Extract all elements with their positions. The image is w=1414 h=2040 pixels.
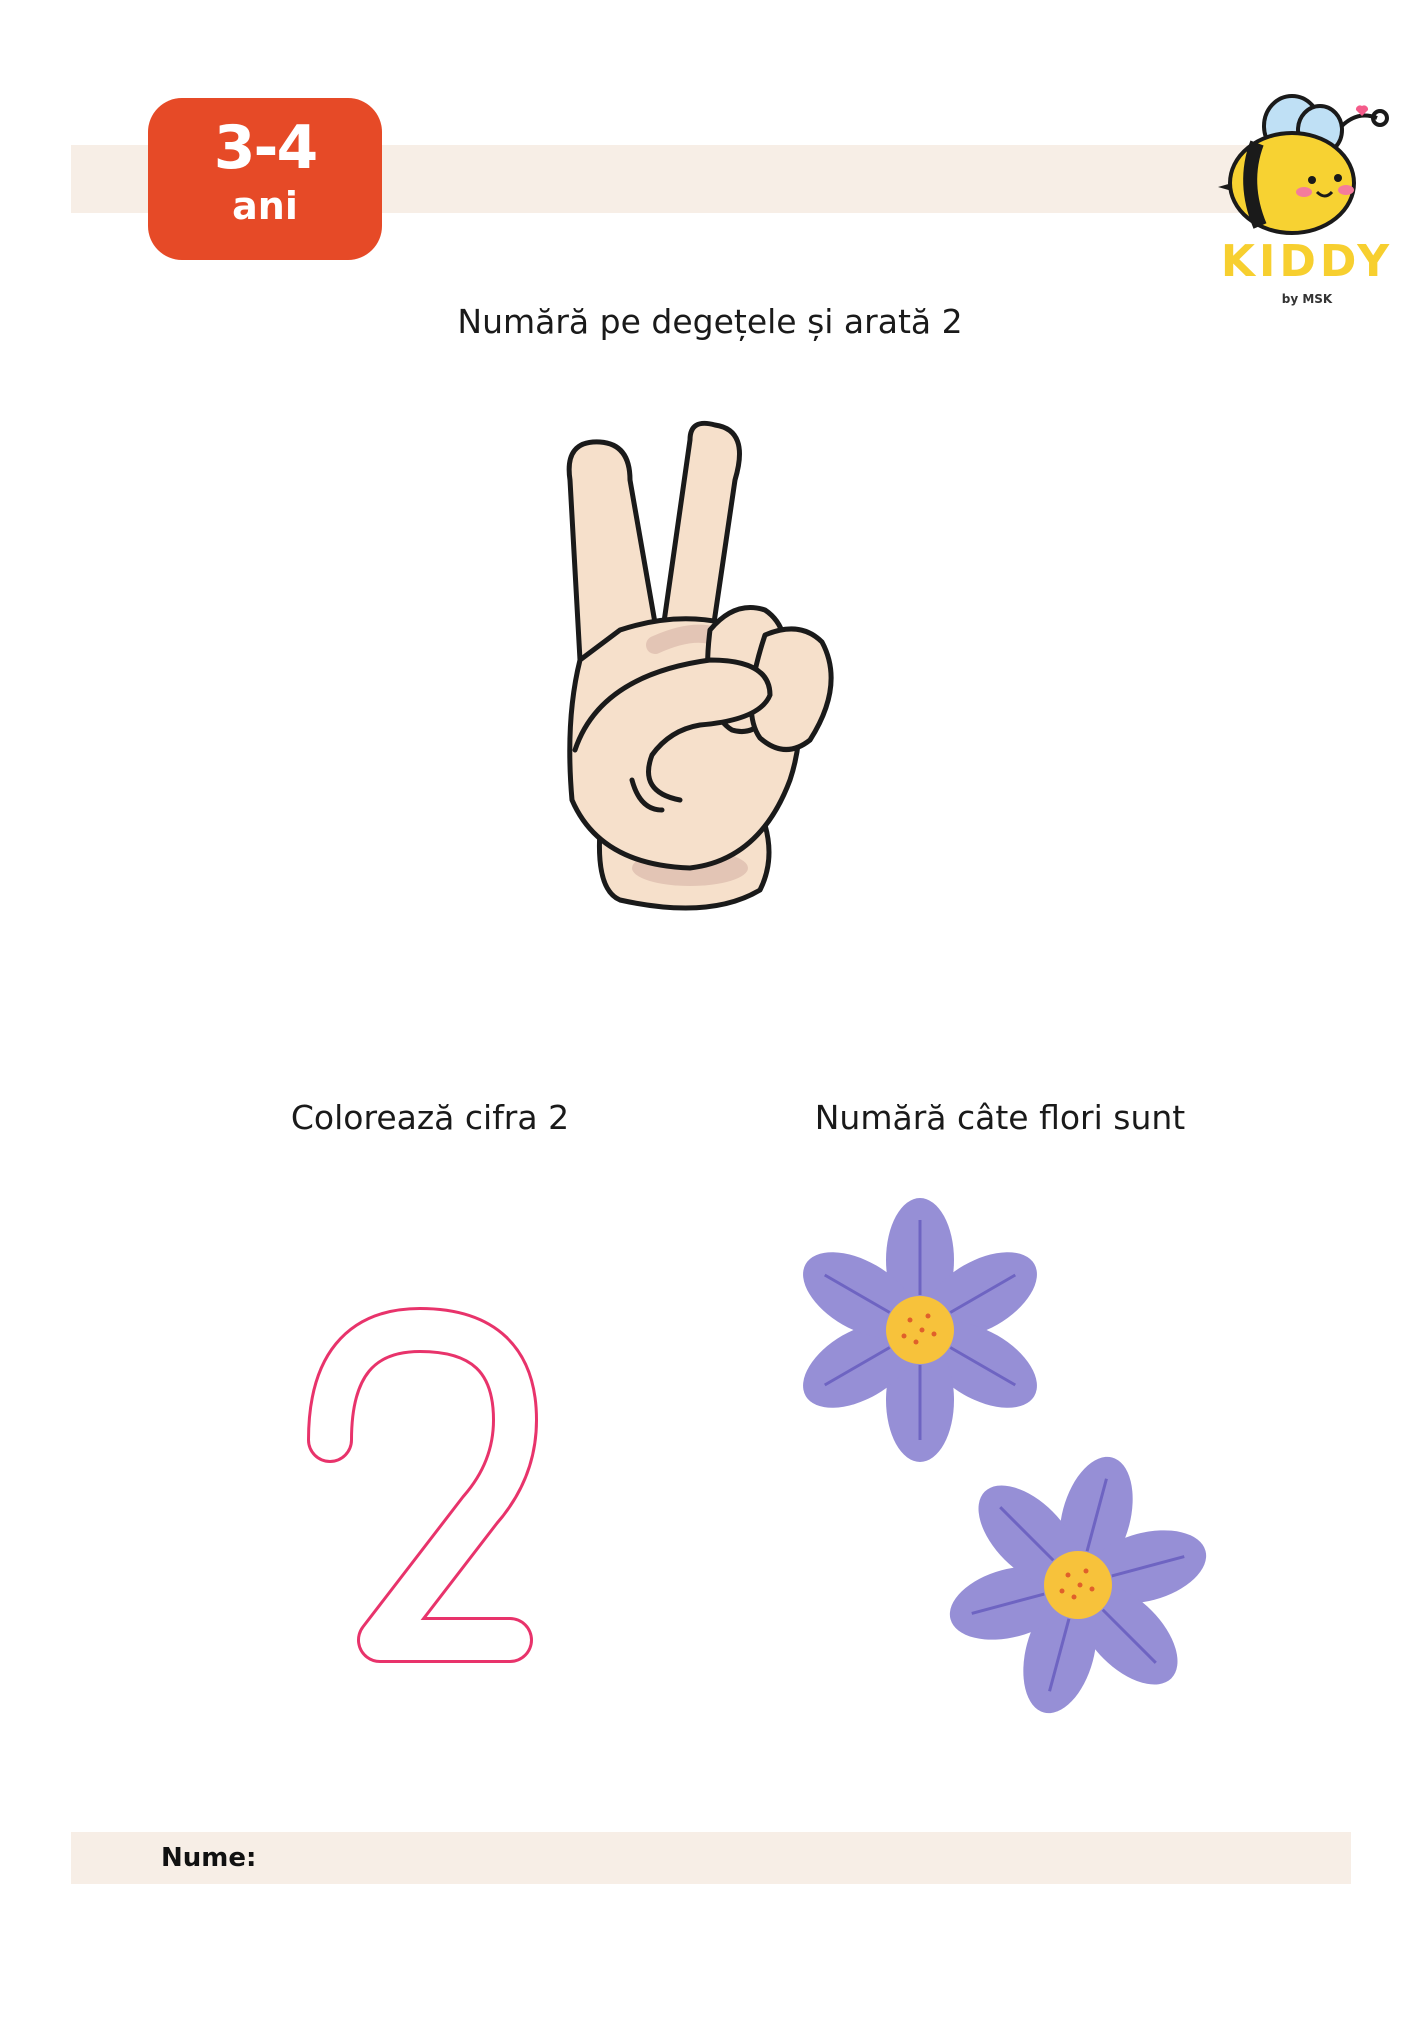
age-unit: ani <box>232 184 298 228</box>
age-range: 3-4 <box>213 113 318 183</box>
flower-icon <box>949 1456 1207 1714</box>
logo-name: KIDDY <box>1220 236 1394 287</box>
instruction-count-fingers: Numără pe degețele și arată 2 <box>457 302 963 341</box>
flower-icon <box>803 1198 1037 1462</box>
age-badge: 3-4 ani <box>148 98 382 260</box>
name-label: Nume: <box>161 1843 257 1873</box>
logo-byline: by MSK <box>1281 292 1333 306</box>
flower-group <box>780 1190 1300 1750</box>
name-field[interactable]: Nume: <box>71 1832 1351 1884</box>
bee-icon <box>1218 94 1389 235</box>
instruction-count-flowers: Numără câte flori sunt <box>814 1098 1186 1137</box>
digit-two-outline <box>307 1307 538 1663</box>
kiddy-logo: KIDDY by MSK <box>1212 88 1402 313</box>
instruction-color-digit: Colorează cifra 2 <box>290 1098 570 1137</box>
peace-hand-icon <box>566 420 834 911</box>
